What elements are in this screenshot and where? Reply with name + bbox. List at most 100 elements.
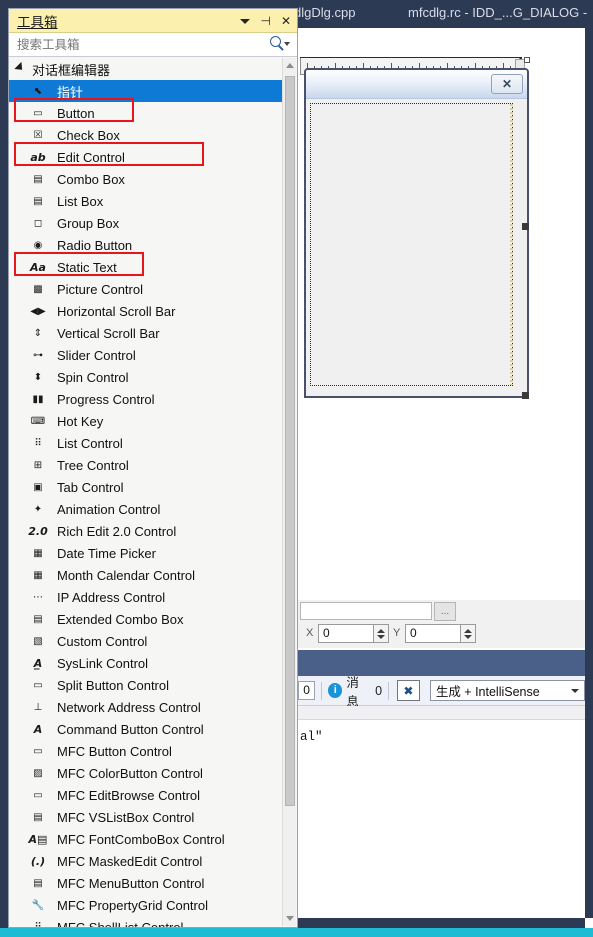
toolbox-item-label: MFC MaskedEdit Control [57, 853, 203, 869]
toolbox-item-rich-edit-2-0-control[interactable]: 2.0 Rich Edit 2.0 Control [9, 520, 297, 542]
datetime-icon: ▦ [33, 547, 43, 559]
error-count-box[interactable]: 0 [298, 681, 316, 700]
left-chrome-strip [0, 0, 8, 937]
toolbox-item-label: Animation Control [57, 501, 161, 517]
toolbox-item-vertical-scroll-bar[interactable]: ⇕ Vertical Scroll Bar [9, 322, 297, 344]
toolbox-item-horizontal-scroll-bar[interactable]: ◀▶ Horizontal Scroll Bar [9, 300, 297, 322]
document-tab-dlgdlg-cpp[interactable]: dlgDlg.cpp [294, 5, 355, 20]
toolbox-item-list[interactable]: 对话框编辑器 ⬉ 指针 ▭ Button ☒ Check Box ab Edit Contro… [9, 58, 297, 927]
toolbox-item-label: Vertical Scroll Bar [57, 325, 160, 341]
toolbox-item-radio-button[interactable]: ◉ Radio Button [9, 234, 297, 256]
y-input[interactable]: 0 [405, 624, 461, 643]
search-icon[interactable] [270, 36, 281, 47]
toolbox-search-row [9, 33, 297, 57]
x-stepper-down-icon[interactable] [377, 634, 385, 639]
toolbox-item-combo-box[interactable]: ▤ Combo Box [9, 168, 297, 190]
close-icon[interactable]: ✕ [281, 15, 291, 27]
y-stepper[interactable] [461, 624, 476, 643]
toolbox-item-mfc-maskededit-control[interactable]: (.) MFC MaskedEdit Control [9, 850, 297, 872]
toolbox-item-animation-control[interactable]: ✦ Animation Control [9, 498, 297, 520]
resize-handle-bottom-right[interactable] [522, 392, 529, 399]
property-browse-button[interactable]: ... [434, 602, 456, 621]
toolbox-item-list-control[interactable]: ⠿ List Control [9, 432, 297, 454]
x-label: X [306, 627, 314, 639]
toolbox-item-[interactable]: ⬉ 指针 [9, 80, 285, 102]
toolbox-item-label: Edit Control [57, 149, 125, 165]
fontcombo-icon: A▤ [28, 832, 48, 846]
toolbox-item-network-address-control[interactable]: ⊥ Network Address Control [9, 696, 297, 718]
dialog-designer-surface[interactable]: ✕ [296, 28, 585, 606]
toolbox-item-mfc-menubutton-control[interactable]: ▤ MFC MenuButton Control [9, 872, 297, 894]
messages-count: 0 [375, 683, 383, 698]
toolbox-item-check-box[interactable]: ☒ Check Box [9, 124, 297, 146]
toolbox-scrollbar[interactable] [282, 58, 296, 926]
toolbox-item-progress-control[interactable]: ▮▮ Progress Control [9, 388, 297, 410]
toolbox-item-tab-control[interactable]: ▣ Tab Control [9, 476, 297, 498]
expander-triangle-icon[interactable] [14, 61, 26, 74]
toolbox-item-hot-key[interactable]: ⌨ Hot Key [9, 410, 297, 432]
toolbox-item-mfc-editbrowse-control[interactable]: ▭ MFC EditBrowse Control [9, 784, 297, 806]
toolbox-item-split-button-control[interactable]: ▭ Split Button Control [9, 674, 297, 696]
combobox-icon: ▤ [33, 173, 43, 185]
toolbox-item-label: IP Address Control [57, 589, 166, 605]
chevron-down-icon[interactable] [284, 41, 290, 46]
y-stepper-up-icon[interactable] [464, 628, 472, 633]
toolbox-item-label: MFC PropertyGrid Control [57, 897, 208, 913]
toolbox-item-label: SysLink Control [57, 655, 149, 671]
x-input[interactable]: 0 [318, 624, 374, 643]
toolbox-item-group-box[interactable]: ◻ Group Box [9, 212, 297, 234]
scroll-down-icon[interactable] [283, 911, 297, 926]
toolbox-item-edit-control[interactable]: ab Edit Control [9, 146, 297, 168]
x-stepper-up-icon[interactable] [377, 628, 385, 633]
maskededit-icon: (.) [30, 854, 46, 868]
toolbox-item-command-button-control[interactable]: A Command Button Control [9, 718, 297, 740]
toolbox-item-ip-address-control[interactable]: ⋯ IP Address Control [9, 586, 297, 608]
scroll-up-icon[interactable] [283, 58, 297, 73]
messages-label[interactable]: 消息 [346, 672, 370, 710]
property-value-input[interactable] [300, 602, 432, 620]
toolbox-item-button[interactable]: ▭ Button [9, 102, 297, 124]
dialog-close-button[interactable]: ✕ [491, 74, 523, 94]
toolbox-item-custom-control[interactable]: ▧ Custom Control [9, 630, 297, 652]
toolbox-item-static-text[interactable]: Aa Static Text [9, 256, 297, 278]
toolbox-item-syslink-control[interactable]: A̲ SysLink Control [9, 652, 297, 674]
colorbutton-icon: ▨ [33, 767, 43, 779]
toolbox-item-mfc-propertygrid-control[interactable]: 🔧 MFC PropertyGrid Control [9, 894, 297, 916]
toolbox-item-mfc-shelllist-control[interactable]: ⠿ MFC ShellList Control [9, 916, 297, 928]
toolbox-item-label: 指针 [57, 84, 84, 100]
chevron-down-icon[interactable] [240, 18, 251, 24]
toolbox-item-mfc-colorbutton-control[interactable]: ▨ MFC ColorButton Control [9, 762, 297, 784]
filter-icon[interactable]: ✖ [396, 680, 420, 701]
search-input[interactable] [17, 37, 247, 52]
toolbox-item-spin-control[interactable]: ⬍ Spin Control [9, 366, 297, 388]
toolbox-item-extended-combo-box[interactable]: ▤ Extended Combo Box [9, 608, 297, 630]
toolbox-item-date-time-picker[interactable]: ▦ Date Time Picker [9, 542, 297, 564]
toolbox-item-mfc-vslistbox-control[interactable]: ▤ MFC VSListBox Control [9, 806, 297, 828]
toolbox-item-month-calendar-control[interactable]: ▦ Month Calendar Control [9, 564, 297, 586]
y-stepper-down-icon[interactable] [464, 634, 472, 639]
pin-icon[interactable]: ⊣ [260, 15, 270, 27]
search-icon-group [270, 36, 290, 47]
toolbox-item-label: Date Time Picker [57, 545, 156, 561]
build-scope-dropdown[interactable]: 生成 + IntelliSense [429, 680, 585, 701]
toolbox-item-slider-control[interactable]: ⊶ Slider Control [9, 344, 297, 366]
resize-handle-right-middle[interactable] [522, 223, 529, 230]
toolbox-item-mfc-fontcombobox-control[interactable]: A▤ MFC FontComboBox Control [9, 828, 297, 850]
dialog-client-area[interactable] [306, 99, 527, 396]
resize-handle-top-right[interactable] [524, 57, 530, 63]
info-icon: i [328, 683, 343, 698]
error-list-body[interactable]: al" [296, 706, 585, 918]
toolbox-item-picture-control[interactable]: ▩ Picture Control [9, 278, 297, 300]
scrollbar-thumb[interactable] [285, 76, 295, 806]
toolbox-item-tree-control[interactable]: ⊞ Tree Control [9, 454, 297, 476]
app-root: dlgDlg.cpp mfcdlg.rc - IDD_...G_DIALOG -… [0, 0, 593, 937]
toolbox-item-list-box[interactable]: ▤ List Box [9, 190, 297, 212]
toolbox-item-mfc-button-control[interactable]: ▭ MFC Button Control [9, 740, 297, 762]
document-tab-mfcdlg-rc[interactable]: mfcdlg.rc - IDD_...G_DIALOG - [408, 5, 587, 20]
x-stepper[interactable] [374, 624, 389, 643]
toolbox-group-dialog-editor[interactable]: 对话框编辑器 [9, 58, 297, 80]
extcombo-icon: ▤ [33, 613, 43, 625]
status-bar [0, 928, 593, 937]
toolbox-item-label: Tab Control [57, 479, 124, 495]
dialog-preview-window[interactable]: ✕ [304, 68, 529, 398]
